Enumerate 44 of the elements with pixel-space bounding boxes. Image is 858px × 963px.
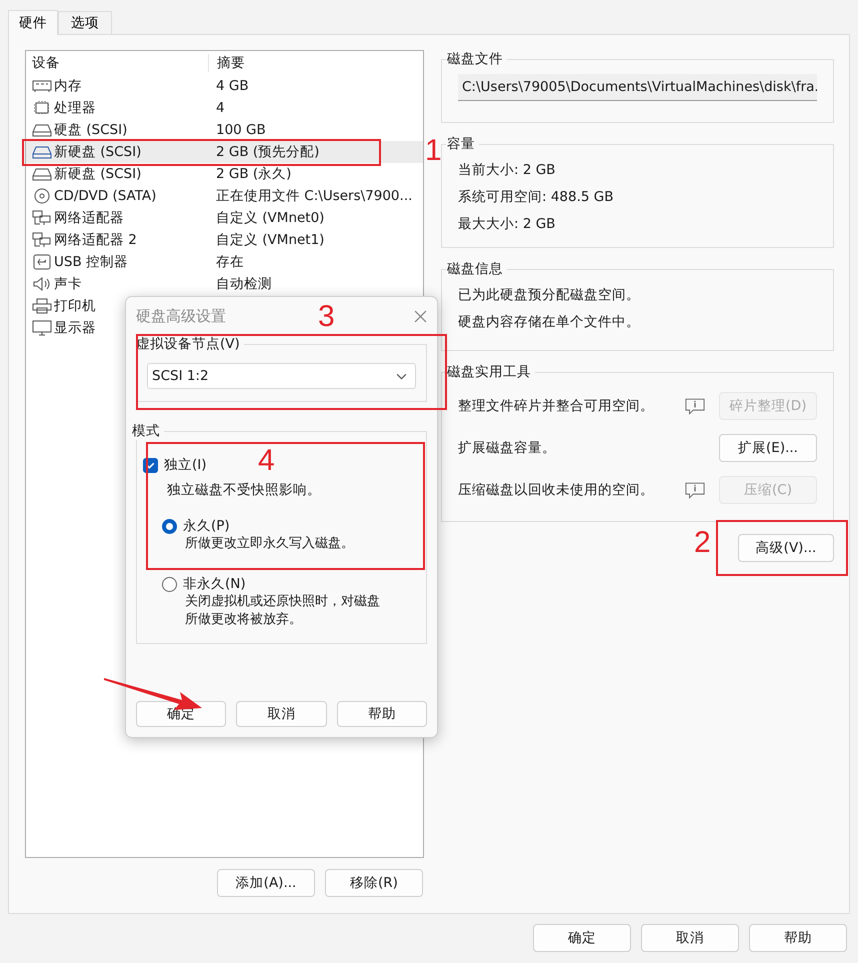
capacity-text: 当前大小: 2 GB: [458, 161, 556, 180]
device-summary: 2 GB (预先分配): [215, 143, 320, 161]
device-summary: 自定义 (VMnet1): [215, 231, 324, 249]
device-name: 硬盘 (SCSI): [54, 121, 128, 139]
capacity-text: 最大大小: 2 GB: [458, 215, 556, 234]
device-summary: 4 GB: [215, 78, 249, 94]
device-name: USB 控制器: [54, 253, 128, 271]
device-name: 内存: [54, 77, 82, 95]
device-name: CD/DVD (SATA): [54, 188, 156, 204]
info-text: 硬盘内容存储在单个文件中。: [458, 313, 641, 332]
group-title: 磁盘文件: [446, 50, 504, 68]
group-title: 磁盘实用工具: [446, 363, 532, 381]
device-name: 网络适配器: [54, 209, 124, 227]
device-name: 打印机: [54, 297, 96, 315]
device-summary: 2 GB (永久): [215, 165, 292, 183]
description-text: 关闭虚拟机或还原快照时，对磁盘所做更改将被放弃。: [184, 593, 381, 629]
dialog-title: 硬盘高级设置: [136, 306, 226, 326]
step-number: 2: [694, 528, 711, 558]
group-title: 磁盘信息: [446, 260, 504, 278]
device-name: 新硬盘 (SCSI): [54, 165, 142, 183]
device-summary: 正在使用文件 C:\Users\7900...: [215, 187, 412, 205]
device-summary: 自动检测: [215, 275, 272, 293]
description-text: 独立磁盘不受快照影响。: [166, 481, 322, 499]
info-text: 已为此硬盘预分配磁盘空间。: [458, 286, 641, 305]
step-number: 3: [318, 302, 335, 332]
device-name: 处理器: [54, 99, 96, 117]
utility-text: 整理文件碎片并整合可用空间。: [458, 397, 655, 415]
device-name: 新硬盘 (SCSI): [54, 143, 142, 161]
device-summary: 4: [215, 100, 225, 116]
group-title: 模式: [131, 422, 161, 440]
device-name: 声卡: [54, 275, 82, 293]
device-name: 网络适配器 2: [54, 231, 137, 249]
step-number: 1: [425, 136, 442, 166]
device-summary: 100 GB: [215, 122, 266, 138]
utility-text: 扩展磁盘容量。: [458, 439, 557, 457]
device-name: 显示器: [54, 319, 96, 337]
group-title: 容量: [446, 135, 476, 153]
utility-text: 压缩磁盘以回收未使用的空间。: [458, 481, 655, 499]
capacity-text: 系统可用空间: 488.5 GB: [458, 188, 615, 207]
device-summary: 自定义 (VMnet0): [215, 209, 324, 227]
step-number: 4: [258, 446, 275, 476]
description-text: 所做更改立即永久写入磁盘。: [184, 535, 355, 553]
group-title: 虚拟设备节点(V): [135, 335, 241, 353]
device-summary: 存在: [215, 253, 244, 271]
